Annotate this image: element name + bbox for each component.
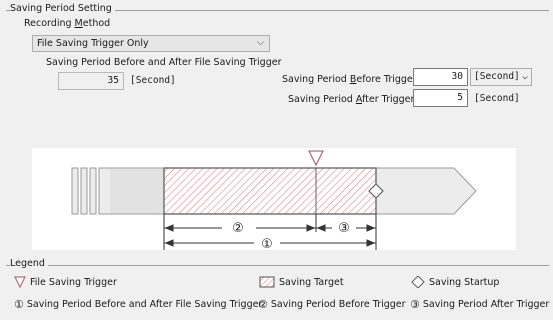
chevron-down-icon: ⌵ xyxy=(522,71,528,82)
before-after-input[interactable]: 35 xyxy=(58,72,124,90)
after-trigger-unit: [Second] xyxy=(474,93,520,104)
saving-period-diagram: ② ③ ① xyxy=(32,148,516,252)
saving-period-diagram-svg: ② ③ ① xyxy=(71,150,477,252)
legend-item-2: ② Saving Period Before Trigger xyxy=(258,298,406,311)
before-trigger-unit-dropdown[interactable]: [Second] ⌵ xyxy=(470,68,532,86)
trigger-marker-icon xyxy=(307,150,325,167)
marker-2-label: ② xyxy=(232,221,244,236)
before-trigger-input[interactable]: 30 xyxy=(413,68,468,86)
legend-saving-startup: Saving Startup xyxy=(411,276,499,288)
trigger-icon xyxy=(14,276,26,288)
legend-group xyxy=(6,265,549,266)
legend-saving-target: Saving Target xyxy=(259,276,344,288)
before-trigger-label: Saving Period Before Trigger xyxy=(282,74,417,85)
marker-1-label: ① xyxy=(261,237,273,250)
recording-method-selected: File Saving Trigger Only xyxy=(37,38,149,49)
legend-item-3: ③ Saving Period After Trigger xyxy=(410,298,550,311)
legend-item-1: ① Saving Period Before and After File Sa… xyxy=(14,298,263,311)
after-trigger-label: Saving Period After Trigger xyxy=(288,94,415,105)
diamond-icon xyxy=(411,276,425,288)
circled-3-icon: ③ xyxy=(410,298,420,311)
recording-method-dropdown[interactable]: File Saving Trigger Only ⌵ xyxy=(32,35,270,52)
before-after-unit: [Second] xyxy=(130,75,176,86)
recording-method-label: Recording Method xyxy=(24,18,111,29)
chevron-down-icon: ⌵ xyxy=(257,38,264,48)
saving-target-area xyxy=(163,167,377,215)
circled-1-icon: ① xyxy=(14,298,24,311)
marker-3-label: ③ xyxy=(338,221,350,236)
legend-title: Legend xyxy=(10,258,48,269)
after-trigger-input[interactable]: 5 xyxy=(413,89,468,107)
hatch-swatch-icon xyxy=(259,276,275,288)
circled-2-icon: ② xyxy=(258,298,268,311)
legend-file-saving-trigger: File Saving Trigger xyxy=(14,276,117,288)
saving-period-group-title: Saving Period Setting xyxy=(10,3,115,14)
before-after-label: Saving Period Before and After File Savi… xyxy=(46,57,282,68)
